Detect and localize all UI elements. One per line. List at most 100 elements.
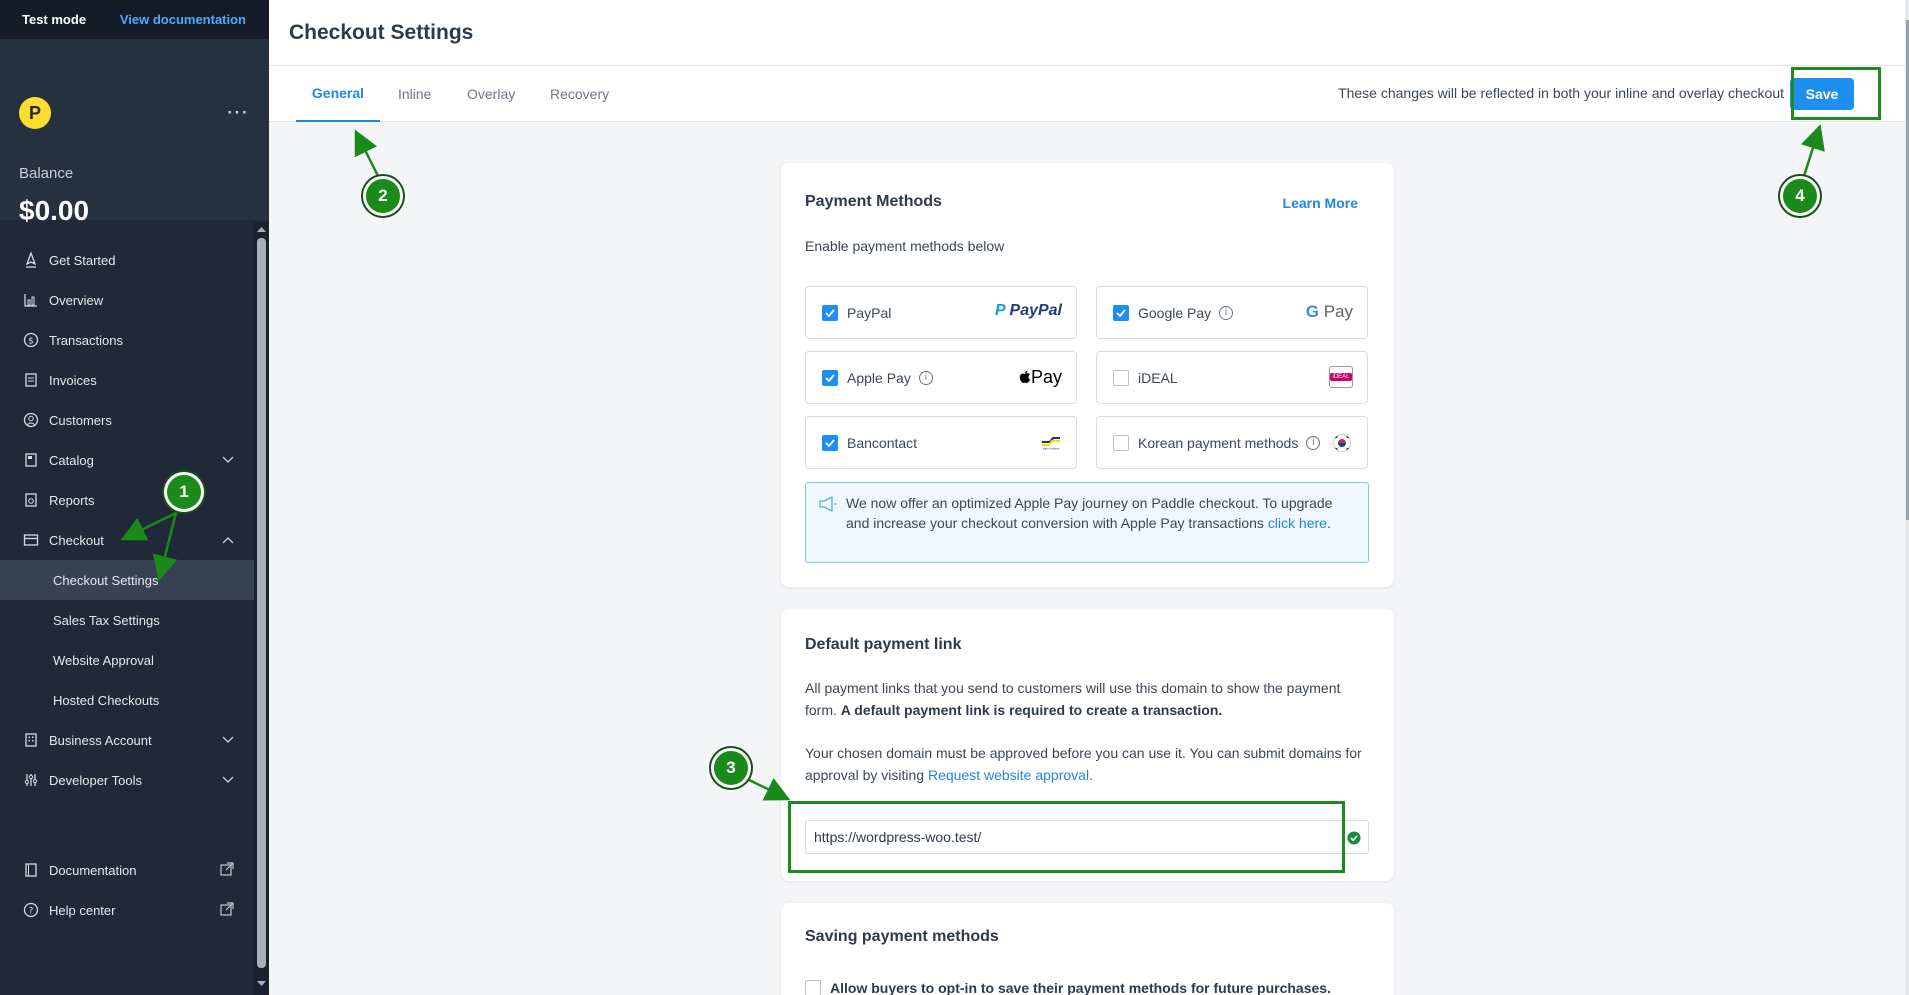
notice-click-here-link[interactable]: click here: [1268, 515, 1327, 531]
sidebar-item-documentation[interactable]: Documentation: [0, 850, 254, 890]
apple-pay-notice: We now offer an optimized Apple Pay jour…: [805, 482, 1369, 563]
svg-text:$: $: [28, 337, 34, 347]
sidebar-subitem-checkout-settings[interactable]: Checkout Settings: [0, 560, 254, 600]
sidebar-item-transactions[interactable]: $ Transactions: [0, 320, 254, 360]
sidebar-item-label: Help center: [49, 902, 116, 918]
payment-method-korean[interactable]: Korean payment methods i: [1096, 416, 1368, 469]
checkbox-unchecked[interactable]: [1113, 434, 1129, 451]
catalog-icon: [22, 451, 40, 469]
sidebar-item-label: Business Account: [49, 732, 152, 748]
sidebar-item-label: Catalog: [49, 452, 94, 468]
sidebar-item-overview[interactable]: Overview: [0, 280, 254, 320]
balance-label: Balance: [19, 165, 74, 182]
sidebar-item-invoices[interactable]: Invoices: [0, 360, 254, 400]
check-circle-icon: [1347, 831, 1361, 850]
dollar-circle-icon: $: [22, 331, 40, 349]
sidebar-item-label: Customers: [49, 412, 112, 428]
user-circle-icon: [22, 411, 40, 429]
credit-card-icon: [22, 531, 40, 549]
payment-method-label: Apple Pay: [847, 369, 911, 386]
save-methods-optin[interactable]: Allow buyers to opt-in to save their pay…: [805, 980, 1331, 995]
checkbox-checked[interactable]: [822, 304, 838, 321]
sidebar-item-label: Invoices: [49, 372, 97, 388]
optin-label: Allow buyers to opt-in to save their pay…: [830, 980, 1331, 995]
main-content: Checkout Settings General Inline Overlay…: [269, 0, 1909, 995]
checkbox-unchecked[interactable]: [805, 980, 821, 995]
sidebar-item-reports[interactable]: Reports: [0, 480, 254, 520]
learn-more-link[interactable]: Learn More: [1283, 195, 1358, 211]
ideal-logo-icon: iDEAL: [1329, 366, 1353, 388]
tab-general[interactable]: General: [296, 66, 380, 122]
invoice-icon: [22, 371, 40, 389]
sidebar-item-developer-tools[interactable]: Developer Tools: [0, 760, 254, 800]
sidebar-item-catalog[interactable]: Catalog: [0, 440, 254, 480]
tab-recovery[interactable]: Recovery: [550, 66, 609, 122]
scroll-down-arrow-icon[interactable]: [256, 980, 267, 988]
info-icon[interactable]: i: [1306, 435, 1321, 450]
sidebar: Test mode View documentation P ⋯ Balance…: [0, 0, 269, 995]
sidebar-item-label: Documentation: [49, 862, 137, 878]
sidebar-item-customers[interactable]: Customers: [0, 400, 254, 440]
request-website-approval-link[interactable]: Request website approval: [928, 767, 1089, 783]
notice-text: We now offer an optimized Apple Pay jour…: [846, 495, 1333, 531]
annotation-badge-1: 1: [164, 472, 204, 512]
payment-methods-subtitle: Enable payment methods below: [805, 238, 1005, 254]
chevron-up-icon: [222, 532, 234, 547]
sidebar-subitem-sales-tax-settings[interactable]: Sales Tax Settings: [0, 600, 254, 640]
default-link-description: All payment links that you send to custo…: [805, 680, 1341, 718]
chevron-down-icon: [222, 772, 234, 787]
scroll-up-arrow-icon[interactable]: [256, 225, 267, 233]
checkbox-checked[interactable]: [822, 434, 838, 451]
annotation-badge-3: 3: [711, 748, 751, 788]
payment-method-apple-pay[interactable]: Apple Pay i Pay: [805, 351, 1077, 404]
sidebar-scrollbar-thumb[interactable]: [257, 238, 266, 968]
default-payment-link-title: Default payment link: [805, 636, 962, 653]
sidebar-item-help-center[interactable]: ? Help center: [0, 890, 254, 930]
reports-icon: [22, 491, 40, 509]
page-title: Checkout Settings: [269, 0, 1909, 66]
bancontact-logo-icon: bancontact: [1040, 436, 1062, 453]
info-icon[interactable]: i: [1219, 305, 1234, 320]
building-icon: [22, 731, 40, 749]
url-highlight-box: [788, 801, 1345, 873]
sidebar-item-label: Transactions: [49, 332, 123, 348]
checkbox-unchecked[interactable]: [1113, 369, 1129, 386]
book-icon: [22, 861, 40, 879]
more-options-icon[interactable]: ⋯: [226, 99, 249, 125]
payment-method-google-pay[interactable]: Google Pay i G Pay: [1096, 286, 1368, 339]
sidebar-item-business-account[interactable]: Business Account: [0, 720, 254, 760]
balance-value: $0.00: [19, 195, 90, 226]
sidebar-item-label: Reports: [49, 492, 95, 508]
sidebar-item-label: Checkout: [49, 532, 104, 548]
saving-payment-methods-title: Saving payment methods: [805, 928, 999, 945]
checkbox-checked[interactable]: [1113, 304, 1129, 321]
payment-method-label: iDEAL: [1138, 369, 1178, 386]
tab-overlay[interactable]: Overlay: [467, 66, 515, 122]
payment-method-label: Bancontact: [847, 434, 918, 451]
view-documentation-link[interactable]: View documentation: [120, 12, 246, 27]
paddle-logo[interactable]: P: [19, 97, 51, 129]
sidebar-item-label: Get Started: [49, 252, 116, 268]
payment-method-paypal[interactable]: PayPal P PayPal: [805, 286, 1077, 339]
payment-method-ideal[interactable]: iDEAL iDEAL: [1096, 351, 1368, 404]
sidebar-subitem-website-approval[interactable]: Website Approval: [0, 640, 254, 680]
sidebar-item-label: Overview: [49, 292, 104, 308]
payment-method-label: Korean payment methods: [1138, 434, 1299, 451]
sliders-icon: [22, 771, 40, 789]
save-highlight-box: [1791, 67, 1881, 120]
sidebar-subitem-hosted-checkouts[interactable]: Hosted Checkouts: [0, 680, 254, 720]
sidebar-item-get-started[interactable]: Get Started: [0, 240, 254, 280]
domain-approval-description: Your chosen domain must be approved befo…: [805, 745, 1362, 783]
svg-text:bancontact: bancontact: [1043, 447, 1061, 451]
paypal-logo-icon: P PayPal: [994, 302, 1062, 319]
sidebar-item-checkout[interactable]: Checkout: [0, 520, 254, 560]
tab-inline[interactable]: Inline: [398, 66, 431, 122]
checkbox-checked[interactable]: [822, 369, 838, 386]
sidebar-topbar: Test mode View documentation: [0, 0, 269, 39]
tab-note: These changes will be reflected in both …: [1338, 85, 1784, 101]
payment-method-bancontact[interactable]: Bancontact bancontact: [805, 416, 1077, 469]
info-icon[interactable]: i: [918, 370, 933, 385]
chevron-down-icon: [222, 732, 234, 747]
megaphone-icon: [818, 495, 838, 518]
external-link-icon: [220, 902, 234, 919]
